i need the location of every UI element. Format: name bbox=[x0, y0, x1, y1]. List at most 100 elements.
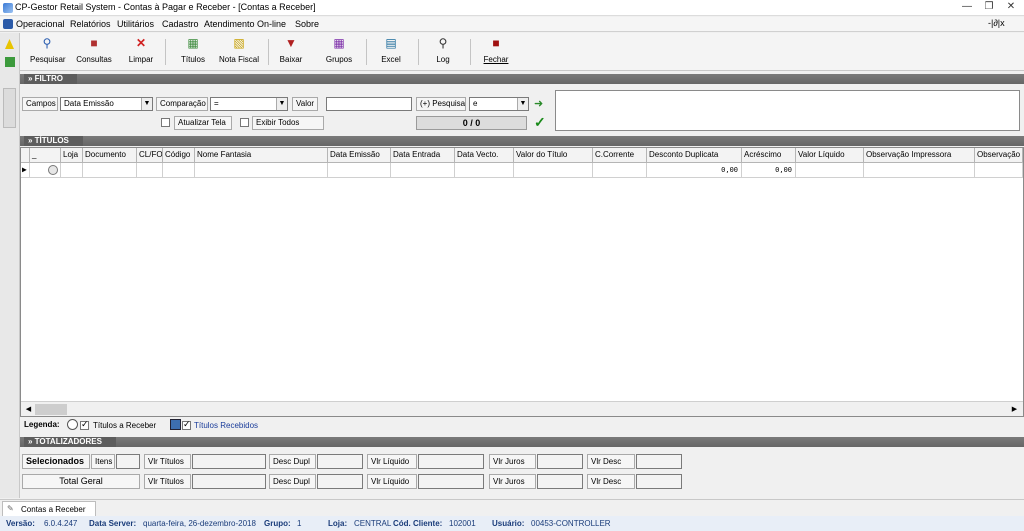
consultas-button[interactable]: ■ Consultas bbox=[74, 36, 114, 64]
acrescimo-cell[interactable]: 0,00 bbox=[742, 163, 796, 178]
column-header[interactable]: Data Emissão bbox=[328, 148, 391, 163]
column-header[interactable]: Data Vecto. bbox=[455, 148, 514, 163]
atualizar-checkbox[interactable] bbox=[161, 118, 170, 127]
column-header[interactable]: Acréscimo bbox=[742, 148, 796, 163]
valor-input[interactable] bbox=[326, 97, 412, 111]
tot-desc-dupl-field bbox=[317, 474, 363, 489]
titulos-grid[interactable]: _ Loja Documento CL/FO Código Nome Fanta… bbox=[20, 147, 1024, 417]
receber-circle-icon bbox=[67, 419, 78, 430]
scroll-right-icon[interactable]: ▶ bbox=[1009, 404, 1020, 415]
legend-label: Legenda: bbox=[24, 420, 60, 429]
filter-list-box[interactable] bbox=[555, 90, 1020, 131]
menu-atendimento[interactable]: Atendimento On-line bbox=[204, 19, 286, 29]
grid-cell[interactable] bbox=[195, 163, 328, 178]
column-header[interactable]: Código bbox=[163, 148, 195, 163]
limpar-button[interactable]: ✕ Limpar bbox=[126, 36, 156, 64]
column-header[interactable]: Data Entrada bbox=[391, 148, 455, 163]
chevron-down-icon[interactable]: ▼ bbox=[141, 98, 152, 110]
menu-vertical-tab[interactable] bbox=[3, 88, 16, 128]
column-header[interactable]: Valor Líquido bbox=[796, 148, 864, 163]
scrollbar-thumb[interactable] bbox=[35, 404, 67, 415]
comparacao-select[interactable]: = ▼ bbox=[210, 97, 288, 111]
column-header[interactable]: CL/FO bbox=[137, 148, 163, 163]
status-bar: Versão: 6.0.4.247 Data Server: quarta-fe… bbox=[0, 516, 1024, 531]
loja-label: Loja: bbox=[328, 519, 348, 528]
column-header[interactable]: Observação Impressora bbox=[864, 148, 975, 163]
play-icon[interactable] bbox=[5, 57, 15, 67]
lightning-icon[interactable] bbox=[5, 39, 14, 49]
excel-button[interactable]: ▤ Excel bbox=[376, 36, 406, 64]
pesquisar-button[interactable]: ⚲ Pesquisar bbox=[30, 36, 66, 64]
cliente-value: 102001 bbox=[449, 519, 476, 528]
valor-label: Valor bbox=[292, 97, 318, 111]
menu-operacional[interactable]: Operacional bbox=[16, 19, 65, 29]
menu-sobre[interactable]: Sobre bbox=[295, 19, 319, 29]
add-filter-arrow-icon[interactable]: ➜ bbox=[534, 98, 546, 110]
fechar-label: Fechar bbox=[483, 55, 509, 64]
menu-relatorios[interactable]: Relatórios bbox=[70, 19, 111, 29]
minimize-button[interactable]: — bbox=[956, 1, 978, 14]
titulos-title: » TÍTULOS bbox=[24, 136, 83, 146]
consultas-label: Consultas bbox=[76, 55, 112, 64]
column-header[interactable]: Nome Fantasia bbox=[195, 148, 328, 163]
receber-checkbox[interactable] bbox=[80, 419, 89, 430]
column-header[interactable]: _ bbox=[30, 148, 61, 163]
recebidos-checkbox[interactable] bbox=[182, 419, 191, 430]
grid-cell[interactable] bbox=[163, 163, 195, 178]
excel-label: Excel bbox=[381, 55, 401, 64]
legend: Legenda: Títulos a Receber Títulos Receb… bbox=[20, 418, 272, 432]
table-row[interactable] bbox=[30, 163, 61, 178]
log-button[interactable]: ⚲ Log bbox=[428, 36, 458, 64]
column-header[interactable]: Observação bbox=[975, 148, 1023, 163]
column-header[interactable]: Documento bbox=[83, 148, 137, 163]
grid-cell[interactable] bbox=[514, 163, 593, 178]
fechar-button[interactable]: ■ Fechar bbox=[480, 36, 512, 64]
tot-desc-dupl-label: Desc Dupl bbox=[269, 474, 316, 489]
close-window-button[interactable]: ✕ bbox=[1000, 1, 1022, 14]
baixar-button[interactable]: ▼ Baixar bbox=[276, 36, 306, 64]
grid-cell[interactable] bbox=[61, 163, 83, 178]
chevron-down-icon[interactable]: ▼ bbox=[517, 98, 528, 110]
horizontal-scrollbar[interactable]: ◀ ▶ bbox=[21, 401, 1023, 416]
exibir-checkbox[interactable] bbox=[240, 118, 249, 127]
atualizar-label: Atualizar Tela bbox=[174, 116, 232, 130]
tab-contas-receber[interactable]: ✎ Contas a Receber bbox=[2, 501, 96, 516]
grid-cell[interactable] bbox=[796, 163, 864, 178]
toolbar: ⚲ Pesquisar ■ Consultas ✕ Limpar ▦ Títul… bbox=[20, 33, 1024, 71]
pencil-icon: ✎ bbox=[7, 504, 14, 513]
column-header[interactable]: Desconto Duplicata bbox=[647, 148, 742, 163]
filtro-section: » FILTRO bbox=[20, 74, 1024, 84]
titulos-button[interactable]: ▦ Títulos bbox=[176, 36, 210, 64]
grid-cell[interactable] bbox=[864, 163, 975, 178]
grupos-button[interactable]: ▦ Grupos bbox=[320, 36, 358, 64]
grid-cell[interactable] bbox=[137, 163, 163, 178]
menu-cadastro[interactable]: Cadastro bbox=[162, 19, 199, 29]
itens-field bbox=[116, 454, 140, 469]
usuario-value: 00453-CONTROLLER bbox=[531, 519, 611, 528]
totalizadores-header: » TOTALIZADORES bbox=[20, 437, 1024, 447]
maximize-button[interactable]: ❐ bbox=[978, 1, 1000, 14]
column-header[interactable]: C.Corrente bbox=[593, 148, 647, 163]
apply-check-icon[interactable]: ✓ bbox=[534, 115, 548, 129]
tot-vlr-desc-field bbox=[636, 474, 682, 489]
grid-cell[interactable] bbox=[593, 163, 647, 178]
grid-cell[interactable] bbox=[391, 163, 455, 178]
desconto-cell[interactable]: 0,00 bbox=[647, 163, 742, 178]
grid-cell[interactable] bbox=[83, 163, 137, 178]
grid-cell[interactable] bbox=[455, 163, 514, 178]
nota-fiscal-button[interactable]: ▧ Nota Fiscal bbox=[216, 36, 262, 64]
pesquisa-select[interactable]: e ▼ bbox=[469, 97, 529, 111]
campos-select[interactable]: Data Emissão ▼ bbox=[60, 97, 153, 111]
nota-fiscal-label: Nota Fiscal bbox=[218, 55, 259, 64]
invoice-icon: ▧ bbox=[233, 36, 245, 50]
grid-cell[interactable] bbox=[328, 163, 391, 178]
menu-utilitarios[interactable]: Utilitários bbox=[117, 19, 154, 29]
column-header[interactable]: Loja bbox=[61, 148, 83, 163]
sel-vlr-liquido-field bbox=[418, 454, 484, 469]
chevron-down-icon[interactable]: ▼ bbox=[276, 98, 287, 110]
filtro-title: » FILTRO bbox=[24, 74, 77, 84]
scroll-left-icon[interactable]: ◀ bbox=[23, 404, 34, 415]
column-header[interactable]: Valor do Título bbox=[514, 148, 593, 163]
grid-cell[interactable] bbox=[975, 163, 1023, 178]
mdi-controls[interactable]: -|∂|x bbox=[988, 18, 1005, 28]
